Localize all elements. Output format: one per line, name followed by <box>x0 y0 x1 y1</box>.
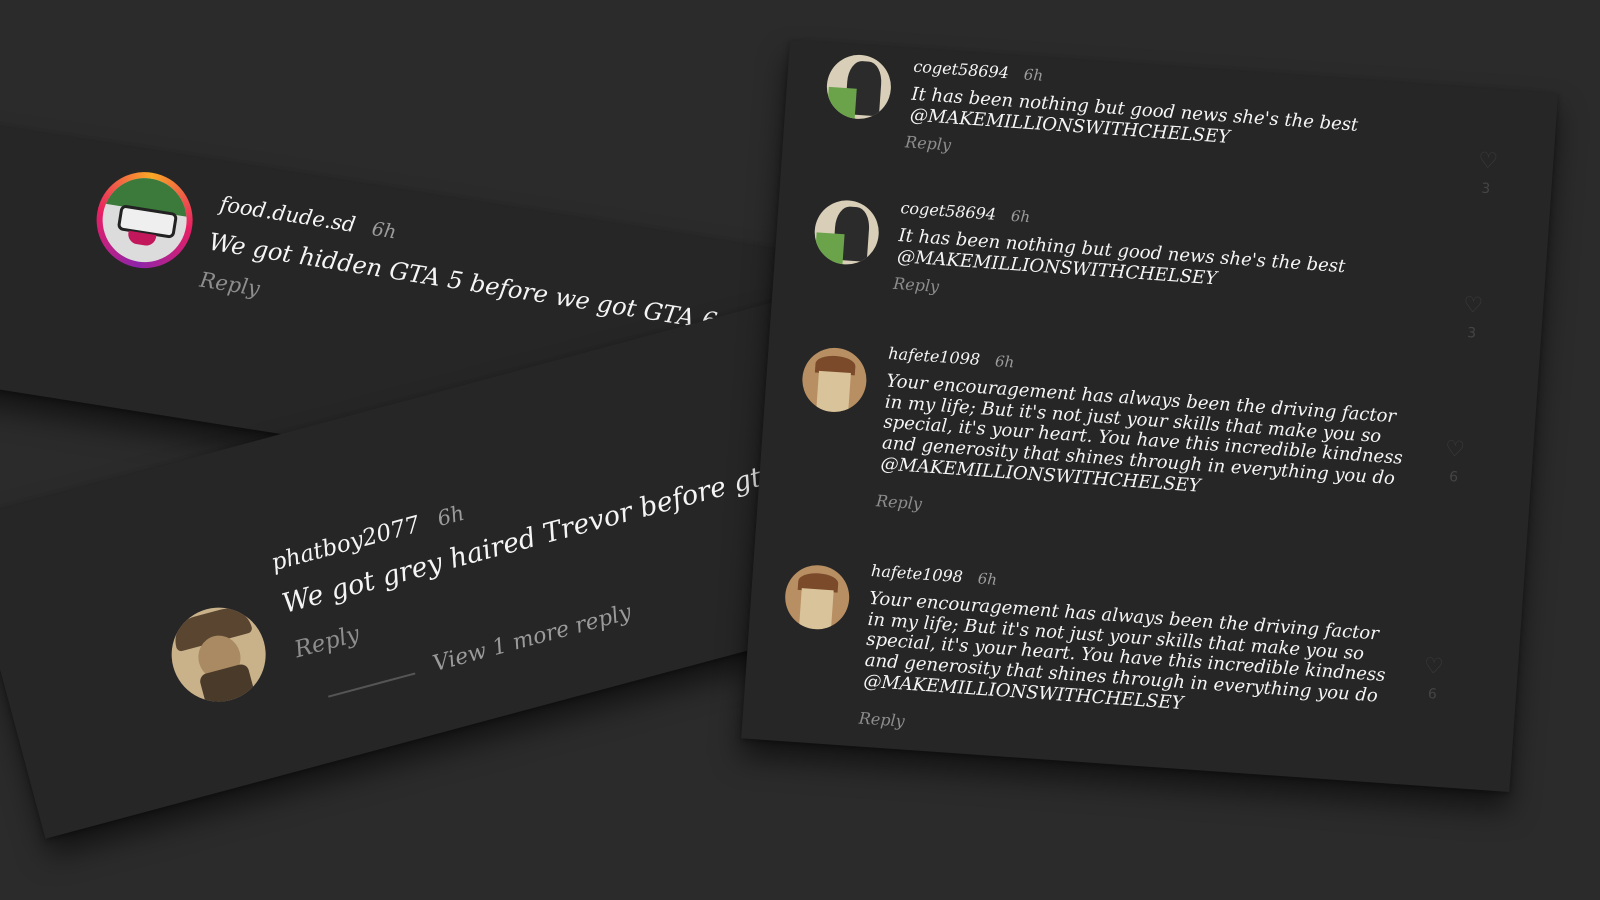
reply-button[interactable]: Reply <box>198 268 261 301</box>
avatar[interactable] <box>783 563 852 632</box>
comment-username[interactable]: food.dude.sd <box>218 192 357 237</box>
comment-hafete-2: hafete1098 6h <box>871 561 998 589</box>
like-count: 3 <box>1466 324 1477 342</box>
avatar[interactable] <box>824 52 894 122</box>
comment-username[interactable]: coget58694 <box>900 198 997 224</box>
avatar[interactable] <box>89 165 200 276</box>
avatar[interactable] <box>161 597 277 713</box>
comment-text: It has been nothing but good news she's … <box>896 225 1346 299</box>
comments-collage: food.dude.sd 6h We got hidden GTA 5 befo… <box>0 0 1600 900</box>
comment-coget-1: coget58694 6h <box>913 57 1044 85</box>
divider <box>328 672 416 698</box>
comment-coget-2: coget58694 6h <box>900 198 1031 226</box>
heart-icon[interactable]: ♡ <box>1444 437 1465 463</box>
comment-time: 6h <box>977 569 998 589</box>
like-count: 6 <box>1427 686 1438 703</box>
comment-time: 6h <box>994 352 1015 372</box>
comment-hafete-1: hafete1098 6h <box>888 344 1015 372</box>
avatar[interactable] <box>812 198 881 267</box>
reply-button[interactable]: Reply <box>292 621 362 663</box>
reply-button[interactable]: Reply <box>875 491 922 513</box>
heart-icon[interactable]: ♡ <box>1462 293 1483 319</box>
like-count: 6 <box>1448 469 1459 486</box>
comment-text: It has been nothing but good news she's … <box>909 84 1359 158</box>
view-more-replies-button[interactable]: View 1 more reply <box>430 600 634 677</box>
comment-username[interactable]: hafete1098 <box>888 344 981 369</box>
reply-button[interactable]: Reply <box>893 274 940 296</box>
heart-icon[interactable]: ♡ <box>1477 148 1498 174</box>
comment-time: 6h <box>434 500 467 531</box>
reply-button[interactable]: Reply <box>905 132 952 154</box>
heart-icon[interactable]: ♡ <box>1423 654 1444 680</box>
comment-text: Your encouragement has always been the d… <box>863 588 1389 728</box>
comment-time: 6h <box>1023 65 1044 85</box>
like-count: 3 <box>1480 180 1491 198</box>
comment-text: Your encouragement has always been the d… <box>880 371 1406 511</box>
comment-text: We got hidden GTA 5 before we got GTA 6 <box>206 227 720 336</box>
comment-username[interactable]: hafete1098 <box>871 561 964 586</box>
comment-username[interactable]: coget58694 <box>913 57 1010 83</box>
comment-thread-card: coget58694 6h It has been nothing but go… <box>741 40 1559 793</box>
comment-time: 6h <box>370 217 398 244</box>
comment-time: 6h <box>1010 206 1031 227</box>
avatar[interactable] <box>800 345 869 415</box>
reply-button[interactable]: Reply <box>858 708 905 730</box>
